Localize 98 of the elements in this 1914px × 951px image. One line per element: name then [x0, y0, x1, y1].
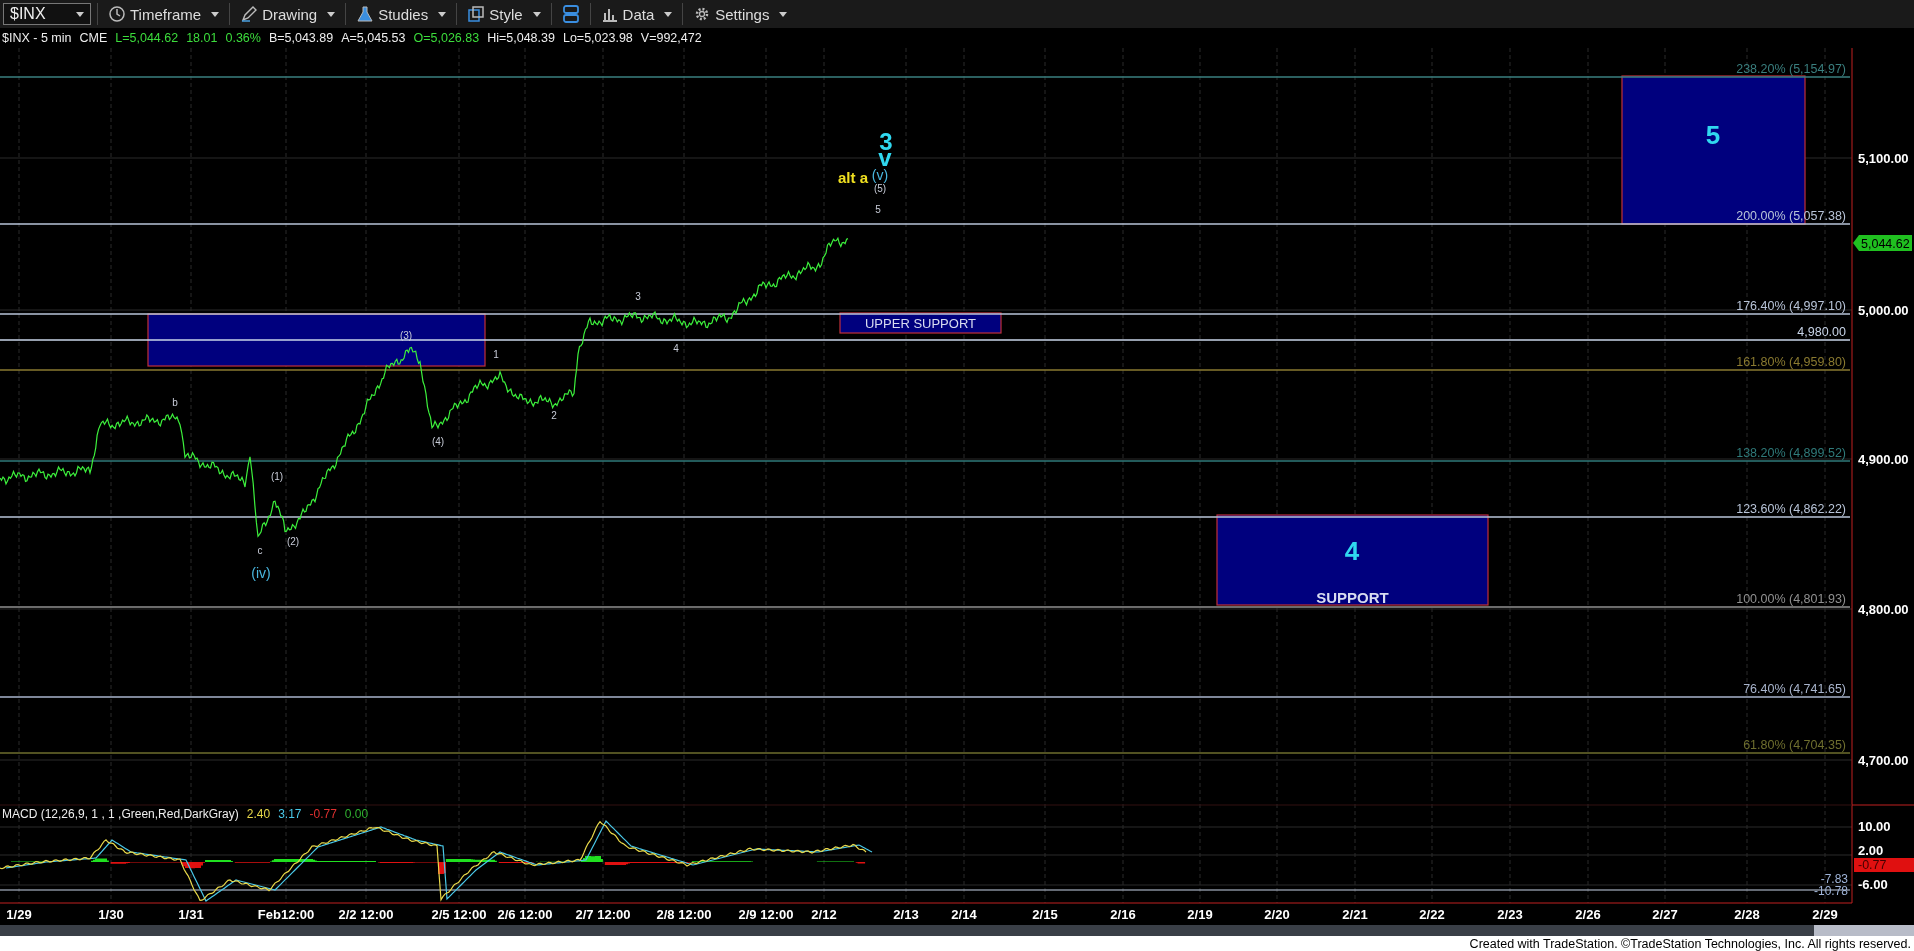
caret-icon [211, 11, 220, 17]
date-label: 2/15 [1032, 907, 1058, 922]
wave-label: 1 [493, 349, 499, 360]
quote-value: Hi=5,048.39 [487, 31, 555, 45]
date-label: 2/13 [893, 907, 919, 922]
fib-label: 61.80% (4,704.35) [1743, 738, 1846, 752]
date-label: 2/21 [1342, 907, 1368, 922]
quote-value: CME [79, 31, 108, 45]
fib-label: 76.40% (4,741.65) [1743, 682, 1846, 696]
date-label: 2/29 [1812, 907, 1838, 922]
date-label: 2/2 12:00 [338, 907, 394, 922]
symbol-dropdown[interactable]: $INX [3, 3, 91, 25]
date-label: Feb12:00 [257, 907, 315, 922]
wave-label: (3) [399, 330, 413, 341]
caret-icon [327, 11, 336, 17]
copyright-text: Created with TradeStation. ©TradeStation Technologies, Inc. All rights reserved. [1469, 936, 1911, 951]
date-label: 2/7 12:00 [575, 907, 631, 922]
wave-label: 4 [1344, 536, 1360, 566]
date-label: 2/8 12:00 [656, 907, 712, 922]
wave-label: (v) [871, 167, 889, 183]
date-label: 2/20 [1264, 907, 1290, 922]
date-label: 2/19 [1187, 907, 1213, 922]
toolbar-button[interactable]: Style [463, 5, 545, 23]
fib-label: 238.20% (5,154.97) [1736, 62, 1846, 76]
layout-icon [561, 4, 580, 24]
date-label: 1/30 [98, 907, 124, 922]
pen-icon [240, 5, 259, 23]
zone-caption: UPPER SUPPORT [865, 316, 976, 331]
macd-axis-label: 2.00 [1858, 843, 1884, 858]
toolbar-button[interactable]: Studies [352, 5, 451, 23]
date-label: 2/27 [1652, 907, 1678, 922]
fib-label: 176.40% (4,997.10) [1736, 299, 1846, 313]
fib-label: 4,980.00 [1797, 325, 1846, 339]
quote-value: L=5,044.62 [115, 31, 179, 45]
date-label: 2/12 [811, 907, 837, 922]
date-label: 2/22 [1419, 907, 1445, 922]
macd-axis-label: 10.00 [1858, 819, 1891, 834]
indicator-title: MACD (12,26,9, 1 , 1 ,Green,Red,DarkGray) 2.40 3.17 -0.77 0.00 [2, 807, 369, 821]
macd-axis-label: -6.00 [1858, 877, 1888, 892]
wave-label: (iv) [251, 565, 271, 581]
wave-label: 4 [673, 343, 679, 354]
wave-label: 5 [875, 204, 881, 215]
price-axis-label: 5,100.00 [1858, 151, 1909, 166]
last-price-tag: 5,044.62 [1853, 235, 1912, 251]
price-axis-label: 4,900.00 [1858, 452, 1909, 467]
price-axis-label: 4,800.00 [1858, 602, 1909, 617]
date-label: 2/23 [1497, 907, 1523, 922]
caret-icon [438, 11, 447, 17]
wave-label: 3 [635, 291, 641, 302]
zone-caption: SUPPORT [1316, 589, 1389, 606]
wave-label: c [257, 545, 263, 556]
date-label: 2/28 [1734, 907, 1760, 922]
toolbar-button[interactable]: Settings [689, 5, 792, 23]
date-label: 2/6 12:00 [497, 907, 553, 922]
quote-value: O=5,026.83 [413, 31, 480, 45]
price-axis-label: 4,700.00 [1858, 753, 1909, 768]
date-label: 1/29 [6, 907, 32, 922]
squares-icon [467, 5, 486, 23]
toolbar-button[interactable]: Data [596, 5, 677, 23]
caret-icon [779, 11, 788, 17]
date-label: 2/26 [1575, 907, 1601, 922]
caret-icon [532, 11, 541, 17]
flask-icon [356, 5, 375, 23]
wave-label: alt a [838, 169, 868, 186]
wave-label: (2) [286, 536, 300, 547]
quote-value: B=5,043.89 [268, 31, 334, 45]
caret-icon [76, 11, 84, 17]
date-label: 1/31 [178, 907, 204, 922]
date-label: 2/9 12:00 [738, 907, 794, 922]
fib-label: 123.60% (4,862.22) [1736, 502, 1846, 516]
price-axis-label: 5,000.00 [1858, 303, 1909, 318]
toolbar-button[interactable]: Timeframe [104, 5, 224, 23]
fib-label: 100.00% (4,801.93) [1736, 592, 1846, 606]
clock-icon [108, 5, 126, 23]
quote-value: 18.01 [186, 31, 218, 45]
scrollbar[interactable] [0, 925, 1914, 936]
fib-label: 161.80% (4,959.80) [1736, 355, 1846, 369]
fib-label: 138.20% (4,899.52) [1736, 446, 1846, 460]
toolbar-button[interactable]: Drawing [236, 5, 340, 23]
quote-value: Lo=5,023.98 [562, 31, 633, 45]
quote-value: $INX - 5 min [2, 31, 72, 45]
extreme-label: -7.83 [1820, 872, 1848, 886]
date-label: 2/5 12:00 [431, 907, 487, 922]
date-label: 2/14 [951, 907, 977, 922]
scroll-thumb[interactable] [1814, 925, 1914, 936]
wave-label: 2 [551, 410, 557, 421]
wave-label: b [172, 397, 178, 408]
quote-value: A=5,045.53 [341, 31, 406, 45]
quote-value: V=992,472 [640, 31, 702, 45]
wave-label: (4) [431, 436, 445, 447]
quote-value: 0.36% [225, 31, 261, 45]
caret-icon [664, 11, 673, 17]
last-value-tag: -0.77 [1854, 858, 1914, 872]
wave-label: (5) [873, 183, 887, 194]
wave-label: (1) [270, 471, 284, 482]
extreme-label: -10.78 [1813, 884, 1848, 898]
date-label: 2/16 [1110, 907, 1136, 922]
wave-label: 5 [1705, 120, 1721, 150]
